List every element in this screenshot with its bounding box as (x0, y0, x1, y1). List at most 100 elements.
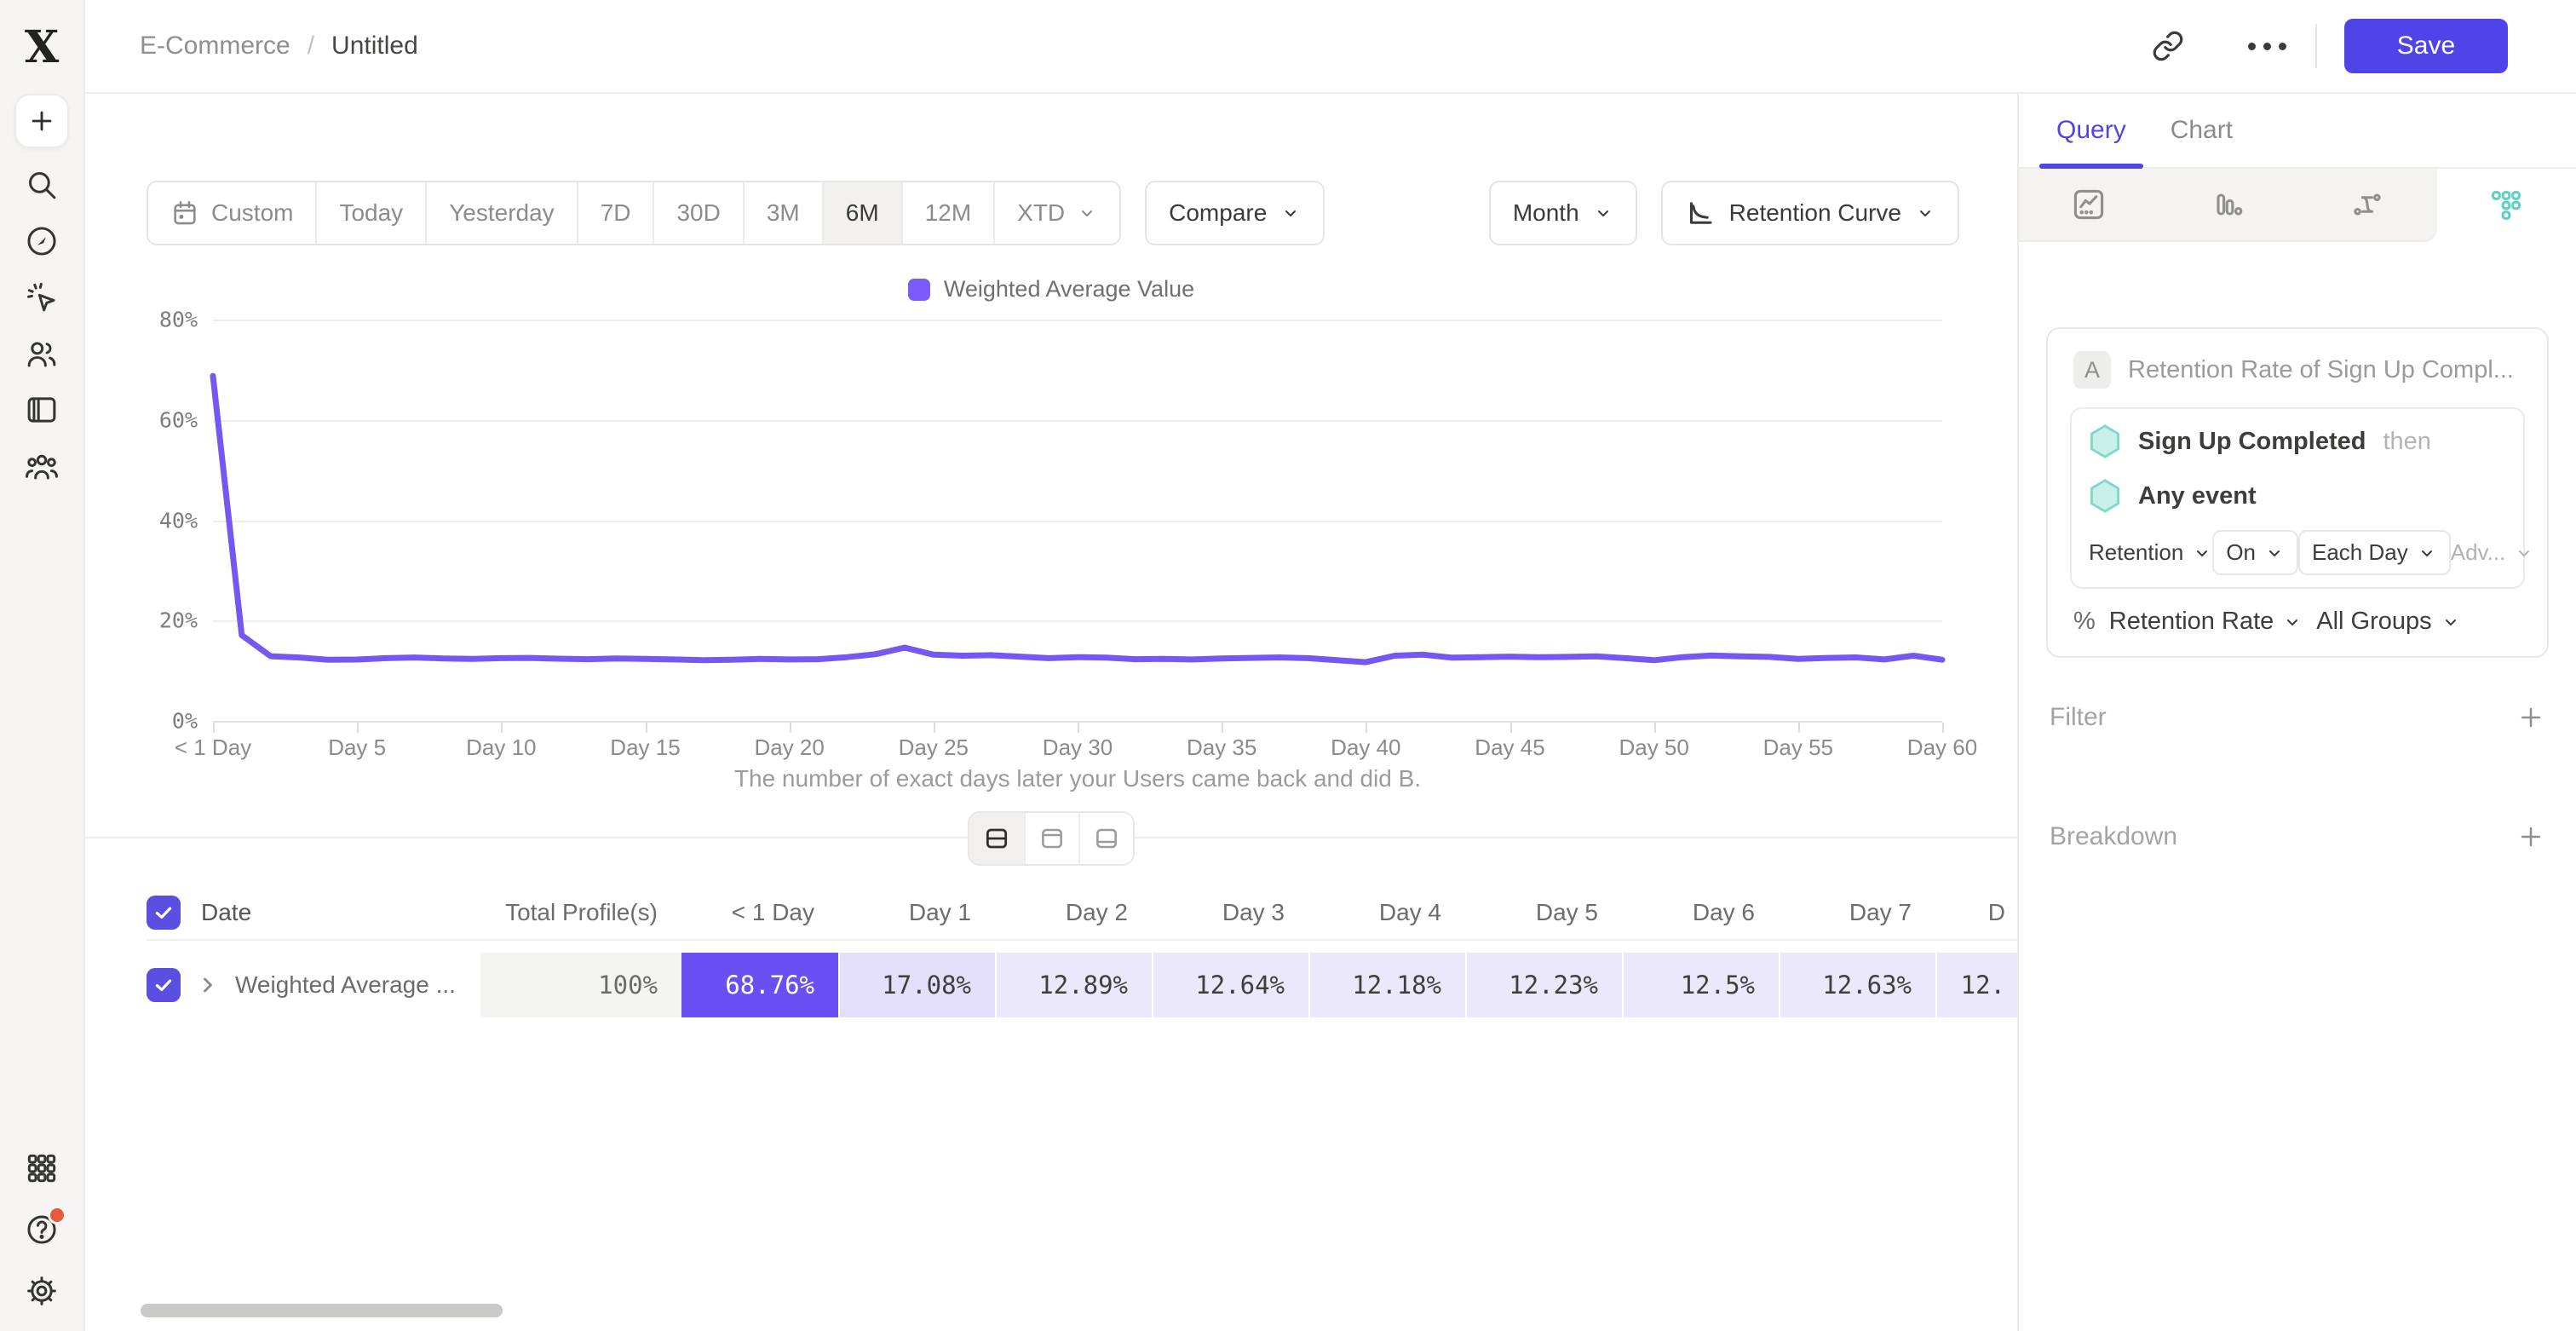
flows-icon (2349, 186, 2386, 223)
range-label: XTD (1017, 199, 1065, 227)
retention-type-dropdown[interactable]: Retention (2089, 539, 2212, 566)
help-icon[interactable] (24, 1212, 60, 1247)
x-axis-tick-mark (1510, 723, 1512, 733)
range-button-6m[interactable]: 6M (822, 182, 901, 244)
add-breakdown-button[interactable] (2516, 822, 2545, 851)
report-type-flows[interactable] (2297, 169, 2437, 242)
discover-compass-icon[interactable] (24, 223, 60, 259)
retention-dots-icon (2487, 187, 2525, 224)
report-type-funnels[interactable] (2159, 169, 2298, 242)
x-axis-tick-mark (501, 723, 503, 733)
select-all-checkbox[interactable] (147, 896, 181, 930)
link-icon (2152, 30, 2184, 62)
tab-query[interactable]: Query (2039, 94, 2143, 167)
interval-dropdown[interactable]: Each Day (2298, 530, 2451, 575)
boards-icon[interactable] (24, 392, 60, 428)
layout-toggle-group (968, 811, 1135, 866)
gridline (213, 521, 1942, 522)
funnels-icon (2209, 186, 2246, 223)
add-filter-button[interactable] (2516, 703, 2545, 732)
insights-icon (2070, 186, 2107, 223)
x-axis-tick-mark (1654, 723, 1656, 733)
layout-split-button[interactable] (969, 813, 1024, 864)
range-button-7d[interactable]: 7D (577, 182, 653, 244)
query-panel: Query Chart A Retention Rate of Sign Up … (2017, 94, 2576, 1331)
apps-grid-icon[interactable] (24, 1150, 60, 1186)
breadcrumb-report-title[interactable]: Untitled (331, 32, 418, 60)
column-header-day-5: Day 5 (1465, 899, 1622, 926)
chart-caption: The number of exact days later your User… (213, 765, 1942, 792)
search-icon[interactable] (24, 167, 60, 203)
first-event-selector[interactable]: Sign Up Completed (2138, 428, 2366, 456)
table-header-row: DateTotal Profile(s)< 1 DayDay 1Day 2Day… (147, 886, 2017, 941)
granularity-dropdown[interactable]: Month (1489, 181, 1637, 245)
range-button-today[interactable]: Today (315, 182, 425, 244)
compare-button[interactable]: Compare (1145, 181, 1325, 245)
range-button-yesterday[interactable]: Yesterday (425, 182, 577, 244)
more-options-button[interactable] (2247, 26, 2286, 66)
range-button-30d[interactable]: 30D (653, 182, 742, 244)
row-checkbox[interactable] (147, 968, 181, 1002)
retention-value-cell: 68.76% (681, 953, 838, 1017)
return-event-selector[interactable]: Any event (2138, 482, 2257, 510)
breakdown-label: Breakdown (2050, 822, 2177, 851)
retention-value-cell: 12.5% (1622, 953, 1779, 1017)
tab-chart[interactable]: Chart (2153, 94, 2250, 167)
range-button-xtd[interactable]: XTD (993, 182, 1119, 244)
report-type-insights[interactable] (2019, 169, 2159, 242)
then-label: then (2383, 428, 2430, 456)
settings-gear-icon[interactable] (24, 1273, 60, 1309)
x-axis-tick-label: Day 35 (1187, 735, 1256, 761)
y-axis-tick-label: 20% (129, 608, 198, 633)
metric-dropdown[interactable]: Retention Rate (2109, 608, 2303, 636)
users-icon[interactable] (24, 336, 60, 372)
copy-link-button[interactable] (2148, 26, 2188, 66)
range-button-custom[interactable]: Custom (148, 182, 315, 244)
chevron-down-icon (2514, 543, 2534, 563)
row-series-label: Weighted Average ... (235, 971, 456, 999)
panel-body: A Retention Rate of Sign Up Compl... Sig… (2019, 327, 2576, 896)
create-new-button[interactable] (14, 94, 69, 148)
horizontal-scrollbar[interactable] (141, 1304, 503, 1317)
column-header-d: D (1935, 899, 2017, 926)
metric-label: Retention Rate (2109, 608, 2274, 636)
range-button-12m[interactable]: 12M (901, 182, 993, 244)
check-icon (152, 902, 175, 924)
event-hexagon-icon (2089, 478, 2121, 514)
range-label: 30D (676, 199, 720, 227)
expand-row-chevron-icon[interactable] (196, 973, 220, 997)
chart-legend[interactable]: Weighted Average Value (85, 276, 2017, 302)
advanced-dropdown[interactable]: Adv... (2451, 539, 2535, 566)
chevron-down-icon (2264, 543, 2285, 563)
range-button-3m[interactable]: 3M (743, 182, 822, 244)
y-axis-tick-label: 60% (129, 407, 198, 432)
chart-type-dropdown[interactable]: Retention Curve (1661, 181, 1959, 245)
on-dropdown[interactable]: On (2212, 530, 2298, 575)
layout-chart-only-button[interactable] (1024, 813, 1078, 864)
x-axis-tick-mark (1798, 723, 1800, 733)
x-axis-tick-label: Day 25 (899, 735, 969, 761)
events-activity-icon[interactable] (24, 279, 60, 315)
save-button[interactable]: Save (2344, 19, 2508, 73)
x-axis-tick-label: Day 5 (328, 735, 386, 761)
layout-table-only-button[interactable] (1078, 813, 1133, 864)
x-axis-tick-mark (1942, 723, 1944, 733)
report-type-retention[interactable] (2437, 169, 2576, 242)
notification-dot (48, 1206, 66, 1224)
calendar-icon (170, 199, 199, 228)
retention-value-cell: 17.08% (838, 953, 995, 1017)
chevron-down-icon (2282, 612, 2303, 632)
column-header-total-profile-s-: Total Profile(s) (480, 899, 681, 926)
query-card: A Retention Rate of Sign Up Compl... Sig… (2046, 327, 2549, 658)
x-axis-tick-mark (790, 723, 791, 733)
table-row: Weighted Average ...100%68.76%17.08%12.8… (147, 953, 2017, 1017)
groups-dropdown[interactable]: All Groups (2316, 608, 2460, 636)
mixpanel-logo-icon[interactable]: X (25, 22, 59, 73)
chevron-down-icon (2441, 612, 2461, 632)
query-title[interactable]: Retention Rate of Sign Up Compl... (2128, 356, 2514, 384)
x-axis-tick-label: Day 45 (1475, 735, 1544, 761)
cohorts-icon[interactable] (24, 448, 60, 484)
gridline (213, 420, 1942, 422)
interval-label: Each Day (2312, 539, 2408, 566)
breadcrumb-project[interactable]: E-Commerce (140, 32, 290, 60)
